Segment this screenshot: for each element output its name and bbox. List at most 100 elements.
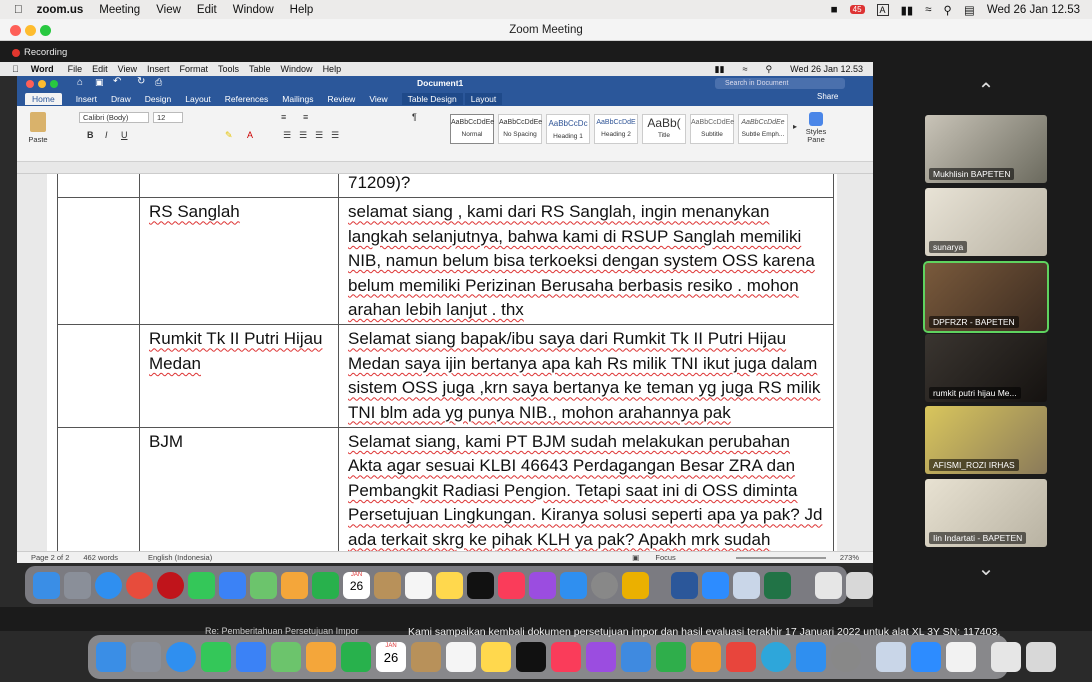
styles-pane-button[interactable]: Styles Pane [801, 112, 831, 144]
print-icon[interactable]: ⎙ [155, 77, 162, 88]
participant-tile[interactable]: sunarya [925, 188, 1047, 256]
trash-icon[interactable] [1026, 642, 1056, 672]
music-icon[interactable] [551, 642, 581, 672]
status-zoom[interactable]: 273% [840, 553, 859, 562]
tab-table-design[interactable]: Table Design [401, 93, 463, 105]
minimize-window-button[interactable] [25, 25, 36, 36]
system-preferences-icon[interactable] [831, 642, 861, 672]
word-close-button[interactable] [26, 80, 34, 88]
bold-button[interactable]: B [87, 130, 94, 140]
participant-tile[interactable]: Iin Indartati - BAPETEN [925, 479, 1047, 547]
style-heading-2[interactable]: AaBbCcDdE Heading 2 [594, 114, 638, 144]
maximize-window-button[interactable] [40, 25, 51, 36]
calendar-icon[interactable]: JAN 26 [376, 642, 406, 672]
messages-icon[interactable] [201, 642, 231, 672]
numbering-icon[interactable]: ≡ [303, 112, 308, 122]
word-maximize-button[interactable] [50, 80, 58, 88]
pilcrow-icon[interactable]: ¶ [412, 112, 417, 122]
tab-mailings[interactable]: Mailings [282, 94, 313, 104]
style-subtitle[interactable]: AaBbCcDdEe Subtitle [690, 114, 734, 144]
table-row[interactable]: BJM Selamat siang, kami PT BJM sudah mel… [57, 427, 834, 551]
spotlight-icon[interactable]: ⚲ [944, 3, 952, 17]
font-size-select[interactable]: 12 [153, 112, 183, 123]
reminders-icon[interactable] [446, 642, 476, 672]
menu-window[interactable]: Window [233, 4, 274, 16]
facetime-icon[interactable] [341, 642, 371, 672]
zoom-status-icon[interactable]: ■ [831, 4, 838, 16]
word-menu-insert[interactable]: Insert [147, 64, 170, 74]
launchpad-icon[interactable] [131, 642, 161, 672]
tab-table-layout[interactable]: Layout [464, 93, 503, 105]
bullets-icon[interactable]: ≡ [281, 112, 286, 122]
tab-view[interactable]: View [369, 94, 387, 104]
table-cell[interactable]: 71209)? [338, 174, 834, 199]
mail-icon[interactable] [236, 642, 266, 672]
tab-insert[interactable]: Insert [76, 94, 97, 104]
horizontal-ruler[interactable] [17, 162, 873, 174]
word-menu-window[interactable]: Window [281, 64, 313, 74]
menu-help[interactable]: Help [290, 4, 314, 16]
italic-button[interactable]: I [105, 130, 108, 140]
table-row[interactable]: RS Sanglah selamat siang , kami dari RS … [57, 197, 834, 326]
style-no-spacing[interactable]: AaBbCcDdEe No Spacing [498, 114, 542, 144]
tab-draw[interactable]: Draw [111, 94, 131, 104]
app-store-icon[interactable] [796, 642, 826, 672]
tab-review[interactable]: Review [327, 94, 355, 104]
battery-icon[interactable]: ▮▮ [901, 3, 914, 17]
word-menu-edit[interactable]: Edit [92, 64, 108, 74]
scroll-down-chevron-icon[interactable]: ⌄ [972, 559, 1000, 579]
participant-tile[interactable]: rumkit putri hijau Me... [925, 334, 1047, 402]
word-menu-file[interactable]: File [68, 64, 83, 74]
menu-meeting[interactable]: Meeting [99, 4, 140, 16]
tab-references[interactable]: References [225, 94, 268, 104]
tab-layout[interactable]: Layout [185, 94, 211, 104]
control-center-icon[interactable]: ▤ [964, 3, 975, 17]
table-cell[interactable]: BJM [139, 427, 339, 551]
textedit-icon[interactable] [946, 642, 976, 672]
table-row[interactable]: Rumkit Tk II Putri Hijau Medan Selamat s… [57, 324, 834, 429]
highlight-icon[interactable]: ✎ [225, 130, 233, 141]
styles-gallery-more-icon[interactable]: ▸ [793, 122, 797, 131]
menubar-clock[interactable]: Wed 26 Jan 12.53 [987, 4, 1080, 16]
status-language[interactable]: English (Indonesia) [148, 553, 212, 562]
close-window-button[interactable] [10, 25, 21, 36]
font-name-select[interactable]: Calibri (Body) [79, 112, 149, 123]
document-table[interactable]: 71209)? RS Sanglah selamat siang , kami … [57, 174, 834, 551]
apple-tv-icon[interactable] [516, 642, 546, 672]
table-cell[interactable] [57, 427, 140, 551]
recording-indicator[interactable]: Recording [12, 47, 67, 58]
word-menu-view[interactable]: View [118, 64, 137, 74]
save-icon[interactable]: ▣ [95, 77, 104, 88]
document-page[interactable]: 71209)? RS Sanglah selamat siang , kami … [47, 174, 837, 551]
table-cell[interactable]: Selamat siang bapak/ibu saya dari Rumkit… [338, 324, 834, 429]
contacts-icon[interactable] [411, 642, 441, 672]
wps-office-icon[interactable] [726, 642, 756, 672]
justify-icon[interactable]: ☰ [331, 130, 339, 141]
table-cell[interactable]: Selamat siang, kami PT BJM sudah melakuk… [338, 427, 834, 551]
participant-tile[interactable]: AFISMI_ROZI IRHAS [925, 406, 1047, 474]
style-title[interactable]: AaBb( Title [642, 114, 686, 144]
table-row[interactable]: 71209)? [57, 174, 834, 199]
table-cell[interactable] [57, 174, 140, 199]
table-cell[interactable]: Rumkit Tk II Putri Hijau Medan [139, 324, 339, 429]
notes-icon[interactable] [481, 642, 511, 672]
participant-tile[interactable]: Mukhlisin BAPETEN [925, 115, 1047, 183]
finder-icon[interactable] [96, 642, 126, 672]
scroll-up-chevron-icon[interactable]: ⌃ [972, 81, 1000, 101]
font-color-icon[interactable]: A [247, 130, 253, 140]
table-cell[interactable]: RS Sanglah [139, 197, 339, 326]
align-right-icon[interactable]: ☰ [315, 130, 323, 141]
search-document-input[interactable]: Search in Document [715, 78, 845, 89]
style-subtle-emphasis[interactable]: AaBbCcDdEe Subtle Emph... [738, 114, 788, 144]
style-normal[interactable]: AaBbCcDdEe Normal [450, 114, 494, 144]
telegram-icon[interactable] [761, 642, 791, 672]
align-left-icon[interactable]: ☰ [283, 130, 291, 141]
tab-home[interactable]: Home [25, 93, 62, 105]
share-button[interactable]: Share [817, 92, 838, 101]
menubar-app-name[interactable]: zoom.us [37, 4, 84, 16]
wifi-icon[interactable]: ≈ [925, 4, 931, 16]
document-canvas[interactable]: 71209)? RS Sanglah selamat siang , kami … [17, 174, 873, 551]
focus-button[interactable]: ▣ Focus [632, 553, 676, 562]
align-center-icon[interactable]: ☰ [299, 130, 307, 141]
status-page[interactable]: Page 2 of 2 [31, 553, 69, 562]
